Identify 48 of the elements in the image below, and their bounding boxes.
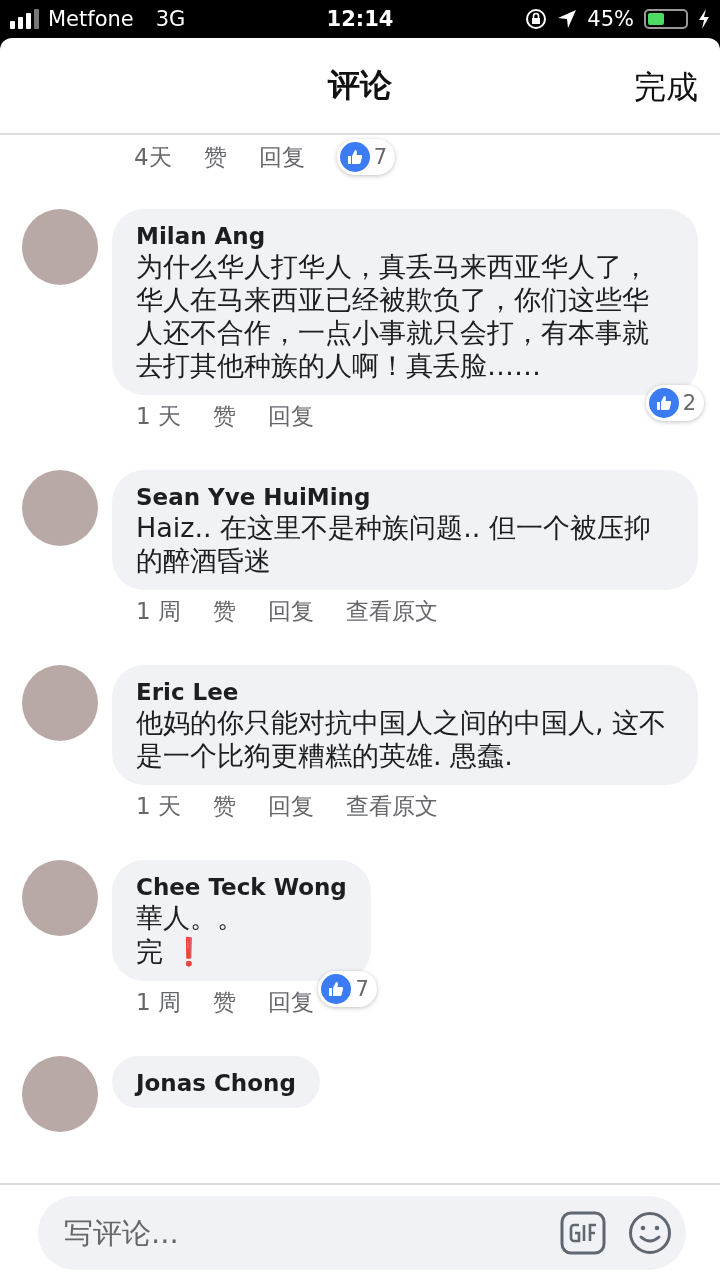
comment-action-link[interactable]: 回复 xyxy=(267,595,314,627)
comment-time: 1 天 xyxy=(136,401,181,431)
comment-action-link[interactable]: 赞 xyxy=(212,987,236,1019)
thumbs-up-icon xyxy=(321,974,352,1005)
comment-input-field[interactable]: 写评论... xyxy=(62,1214,538,1251)
comment-action-link[interactable]: 回复 xyxy=(267,400,314,432)
comment-action-link[interactable]: 回复 xyxy=(267,790,314,822)
battery-percent: 45% xyxy=(587,7,634,31)
clock-time: 12:14 xyxy=(326,7,394,31)
battery-icon xyxy=(644,9,688,29)
carrier-name: Metfone xyxy=(48,7,134,31)
like-count-badge[interactable]: 7 xyxy=(336,139,395,175)
sheet-title: 评论 xyxy=(328,64,392,106)
comment-author[interactable]: Sean Yve HuiMing xyxy=(136,483,674,510)
comment-composer-field[interactable]: 写评论... xyxy=(38,1195,686,1270)
emoji-smiley-icon[interactable] xyxy=(628,1210,672,1255)
comment-action-link[interactable]: 回复 xyxy=(267,987,314,1019)
comment-time: 4天 xyxy=(134,142,172,172)
signal-icon xyxy=(10,9,40,29)
like-count-badge[interactable]: 2 xyxy=(645,384,704,421)
comment-time: 1 天 xyxy=(136,791,181,821)
rotation-lock-icon xyxy=(525,8,548,30)
comment-action-link[interactable]: 赞 xyxy=(212,595,236,627)
thumbs-up-icon xyxy=(339,142,370,172)
comment-action-link[interactable]: 查看原文 xyxy=(345,790,438,822)
comment-action-link[interactable]: 查看原文 xyxy=(345,595,438,627)
comment-action-link[interactable]: 赞 xyxy=(212,400,236,432)
comment-time: 1 周 xyxy=(136,988,181,1018)
comment-author[interactable]: Jonas Chong xyxy=(136,1070,296,1097)
like-count-badge[interactable]: 7 xyxy=(318,971,377,1008)
comment-author[interactable]: Chee Teck Wong xyxy=(136,873,347,900)
comment-text: 完 ❗ xyxy=(136,936,207,970)
charging-bolt-icon xyxy=(698,9,710,29)
comment-action-link[interactable]: 赞 xyxy=(212,790,236,822)
thumbs-up-icon xyxy=(648,387,679,418)
comment-action-link[interactable]: 赞 xyxy=(203,141,227,173)
comment-action-link[interactable]: 回复 xyxy=(258,141,305,173)
comment-text: 他妈的你只能对抗中国人之间的中国人, 这不是一个比狗更糟糕的英雄. 愚蠢. xyxy=(136,706,668,773)
comment-text: Haiz.. 在这里不是种族问题.. 但一个被压抑的醉酒昏迷 xyxy=(136,511,653,578)
comment-text: 为什么华人打华人，真丢马来西亚华人了，华人在马来西亚已经被欺负了，你们这些华人还不合作，一点小事就只会打，有本事就去打其他种族的人啊！真丢脸…… xyxy=(136,251,650,383)
done-button[interactable]: 完成 xyxy=(634,66,698,110)
comment-author[interactable]: Milan Ang xyxy=(136,223,674,249)
comment-time: 1 周 xyxy=(136,596,181,626)
location-arrow-icon xyxy=(557,9,578,29)
comment-text: 華人。。 xyxy=(136,901,245,935)
comment-author[interactable]: Eric Lee xyxy=(136,678,674,705)
network-type: 3G xyxy=(155,7,186,31)
gif-icon[interactable] xyxy=(560,1210,606,1255)
